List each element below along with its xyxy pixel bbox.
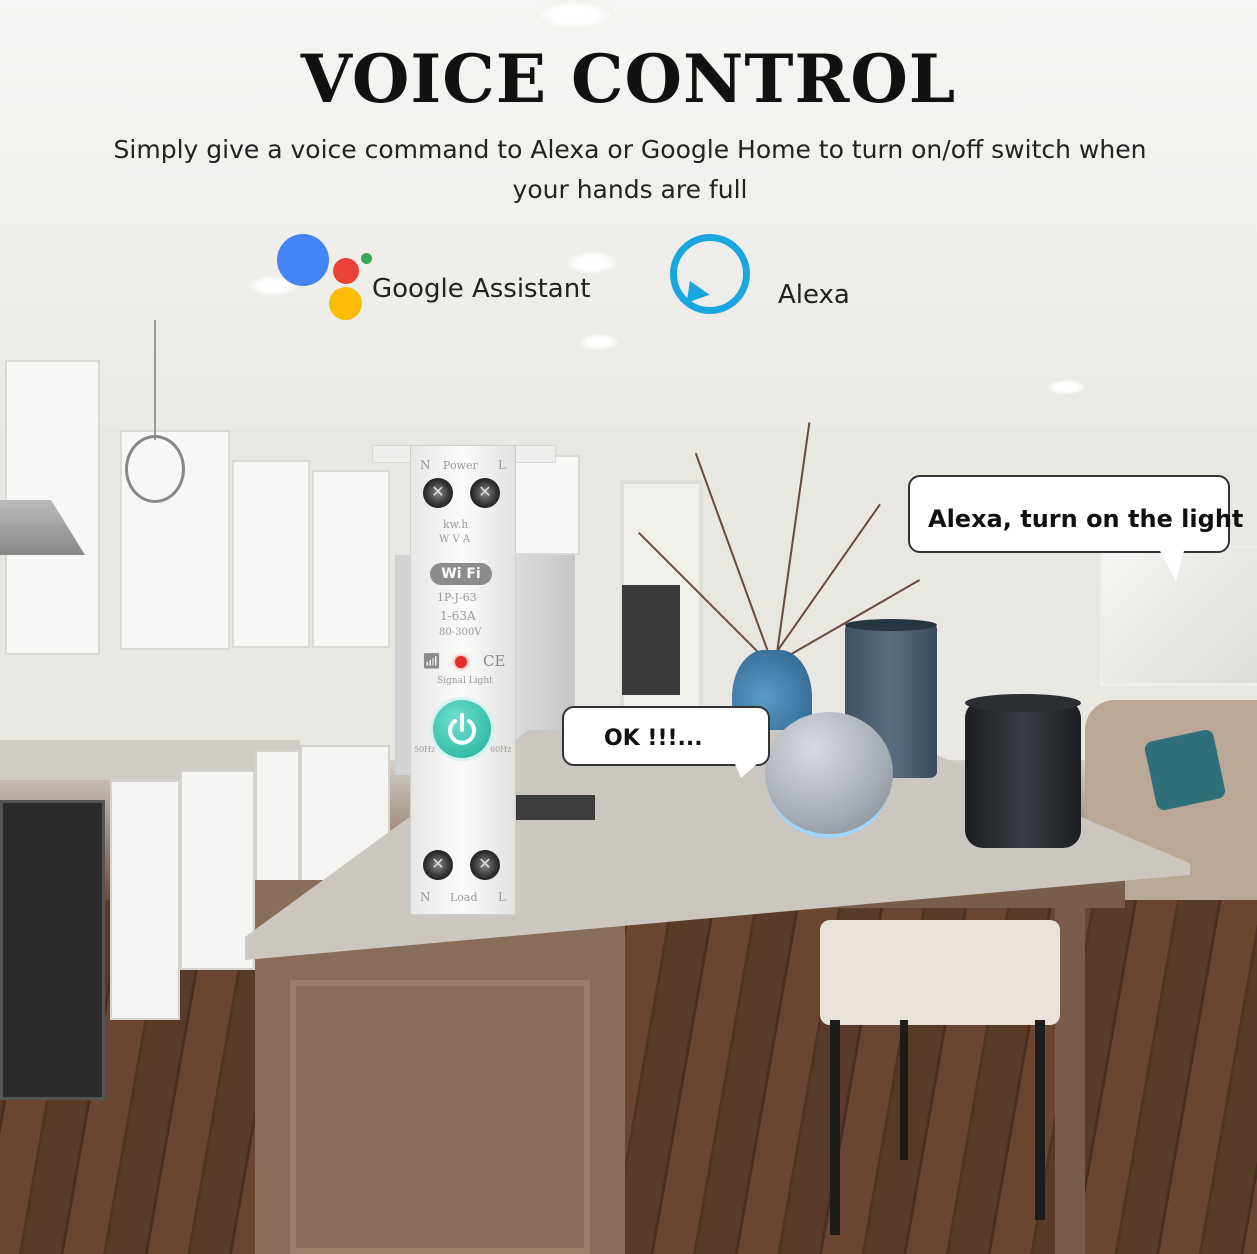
google-assistant-label: Google Assistant [372, 274, 591, 304]
terminal-screw [423, 478, 453, 508]
rating-label: 1-63A [440, 609, 476, 623]
device-label-l: L [498, 458, 506, 472]
lower-cabinet [180, 770, 255, 970]
sink [515, 795, 595, 820]
door-window [622, 585, 680, 695]
device-bottom-n: N [420, 890, 431, 904]
device-label-n: N [420, 458, 431, 472]
bubble-tail [735, 764, 757, 778]
ceiling-downlight [1048, 380, 1084, 394]
stool-leg [1035, 1020, 1045, 1220]
meter-label: kw.h [443, 518, 469, 531]
terminal-screw [470, 850, 500, 880]
freq-left-label: 50Hz [414, 745, 436, 754]
ceiling-downlight [580, 334, 618, 350]
pendant-lamp-rod [154, 320, 156, 440]
echo-dot-speaker [765, 712, 893, 834]
google-home-speaker [965, 694, 1081, 848]
alexa-command-text: Alexa, turn on the light [928, 505, 1244, 533]
signal-light-label: Signal Light [437, 676, 493, 686]
bar-stool [820, 920, 1060, 1025]
wifi-badge: Wi Fi [430, 563, 492, 585]
upper-cabinet [510, 455, 580, 555]
device-label-power: Power [443, 459, 478, 472]
product-banner: N Power L kw.h W V A Wi Fi 1P-J-63 1-63A… [0, 0, 1257, 1254]
stool-leg [830, 1020, 840, 1235]
ce-mark: CE [483, 652, 506, 670]
oven [0, 800, 105, 1100]
device-bottom-load: Load [450, 891, 478, 904]
lower-cabinet [110, 780, 180, 1020]
power-button[interactable] [433, 700, 491, 758]
page-subtitle: Simply give a voice command to Alexa or … [113, 135, 1147, 204]
pendant-lamp [125, 435, 185, 503]
signal-led [455, 656, 467, 668]
island-panel [290, 980, 590, 1254]
reply-text: OK !!!... [604, 726, 703, 751]
alexa-label: Alexa [778, 280, 850, 310]
page-title: VOICE CONTROL [300, 40, 957, 118]
upper-cabinet [312, 470, 390, 648]
wifi-signal-icon: 📶︎ [422, 652, 442, 670]
device-bottom-l: L [498, 890, 506, 904]
alexa-command-bubble: Alexa, turn on the light [908, 475, 1243, 553]
voltage-label: 80-300V [439, 627, 482, 638]
power-icon [448, 713, 476, 745]
stool-leg [900, 1020, 908, 1160]
reply-bubble: OK !!!... [562, 706, 770, 766]
pillow [1143, 728, 1227, 812]
upper-cabinet [232, 460, 310, 648]
freq-right-label: 60Hz [490, 745, 512, 754]
ceiling-downlight [568, 252, 616, 274]
bubble-tail [1160, 551, 1184, 581]
model-label: 1P-J-63 [437, 591, 477, 604]
meter-units: W V A [439, 534, 471, 545]
terminal-screw [470, 478, 500, 508]
terminal-screw [423, 850, 453, 880]
ceiling-downlight [535, 0, 615, 30]
